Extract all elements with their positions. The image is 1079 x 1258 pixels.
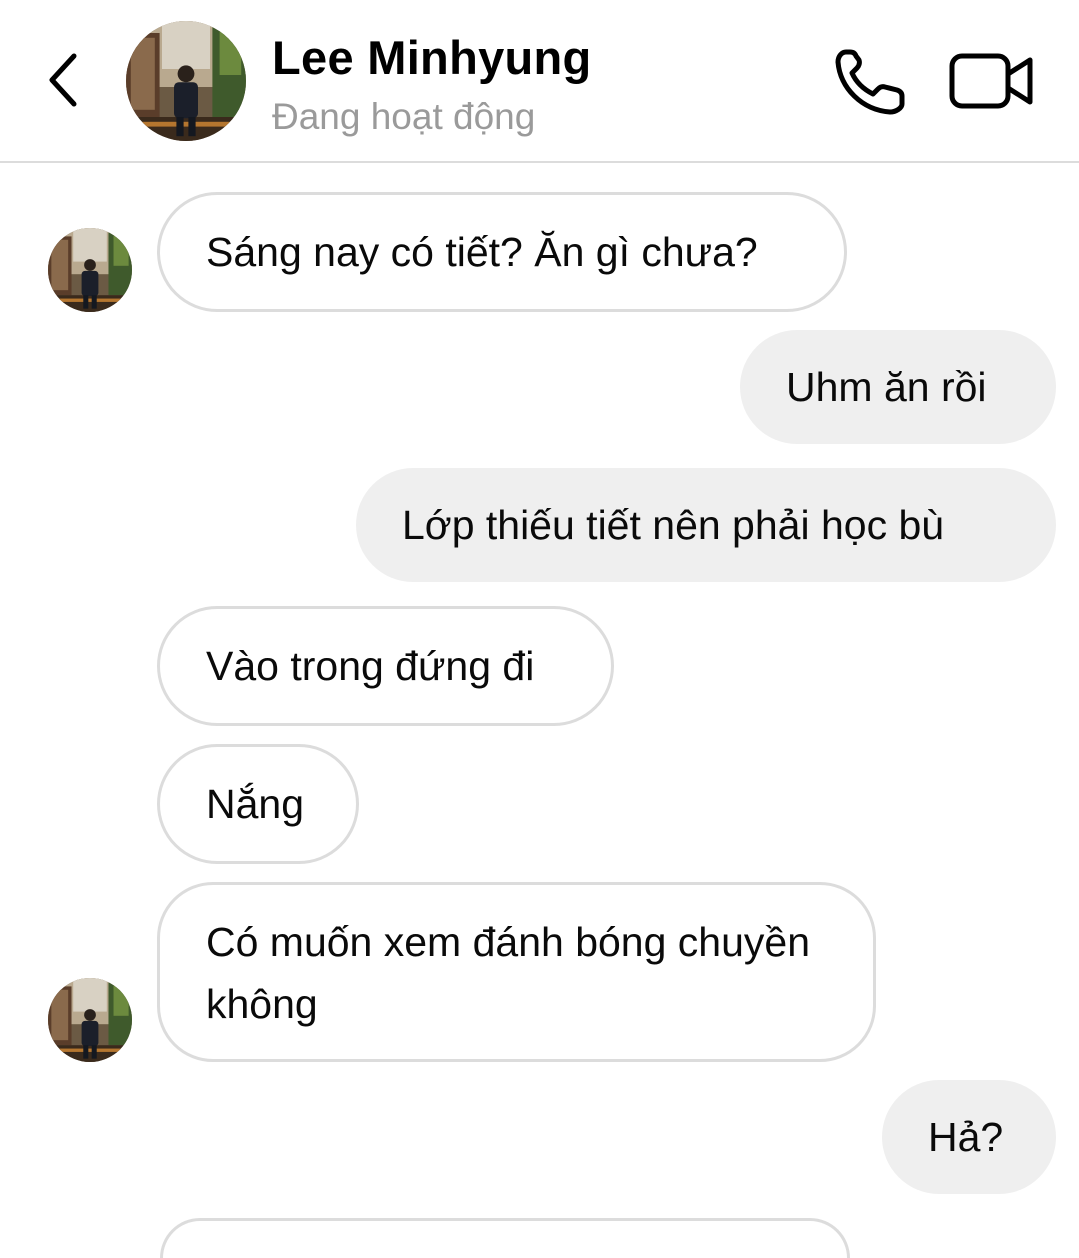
incoming-message-partial [160, 1218, 850, 1258]
phone-icon [835, 49, 905, 115]
back-button[interactable] [36, 48, 92, 112]
chat-header: Lee Minhyung Đang hoạt động [0, 0, 1079, 163]
message-text: Vào trong đứng đi [206, 643, 535, 689]
video-camera-icon [949, 53, 1033, 109]
outgoing-message[interactable]: Uhm ăn rồi [740, 330, 1056, 444]
message-text: Nắng [206, 781, 305, 827]
outgoing-message[interactable]: Lớp thiếu tiết nên phải học bù [356, 468, 1056, 582]
video-call-button[interactable] [948, 50, 1036, 112]
message-text: Có muốn xem đánh bóng chuyền không [206, 919, 811, 1027]
sender-avatar[interactable] [48, 978, 132, 1062]
incoming-message[interactable]: Sáng nay có tiết? Ăn gì chưa? [157, 192, 847, 312]
chevron-left-icon [49, 53, 77, 107]
message-text: Sáng nay có tiết? Ăn gì chưa? [206, 229, 758, 275]
outgoing-message[interactable]: Hả? [882, 1080, 1056, 1194]
incoming-message[interactable]: Vào trong đứng đi [157, 606, 614, 726]
sender-avatar[interactable] [48, 228, 132, 312]
message-thread[interactable]: Sáng nay có tiết? Ăn gì chưa? Uhm ăn rồi… [0, 164, 1079, 1258]
incoming-message[interactable]: Nắng [157, 744, 359, 864]
contact-status: Đang hoạt động [272, 96, 536, 137]
message-text: Hả? [928, 1114, 1004, 1160]
voice-call-button[interactable] [832, 46, 908, 118]
contact-avatar[interactable] [126, 21, 246, 141]
contact-name[interactable]: Lee Minhyung [272, 30, 592, 85]
message-text: Uhm ăn rồi [786, 364, 987, 410]
message-text: Lớp thiếu tiết nên phải học bù [402, 502, 945, 548]
incoming-message[interactable]: Có muốn xem đánh bóng chuyền không [157, 882, 876, 1062]
